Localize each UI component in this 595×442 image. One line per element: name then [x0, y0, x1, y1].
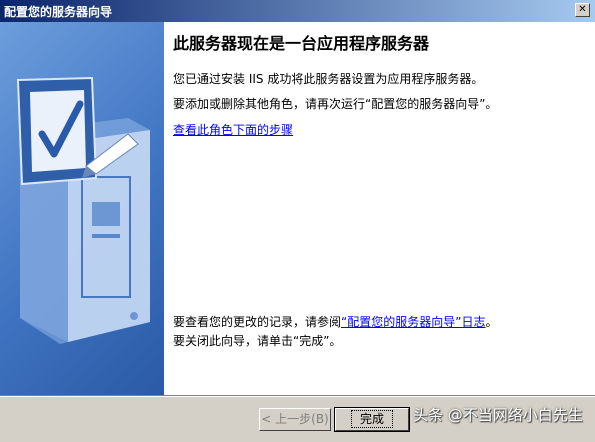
wizard-log-link[interactable]: “配置您的服务器向导”日志 [341, 315, 485, 329]
wizard-content: 此服务器现在是一台应用程序服务器 您已通过安装 IIS 成功将此服务器设置为应用… [164, 22, 595, 395]
log-suffix-text: 。 [485, 315, 498, 329]
close-hint: 要关闭此向导，请单击“完成”。 [173, 334, 342, 348]
log-row: 要查看您的更改的记录，请参阅“配置您的服务器向导”日志。 [173, 313, 497, 330]
rerun-message: 要添加或删除其他角色，请再次运行“配置您的服务器向导”。 [173, 97, 498, 111]
success-message: 您已通过安装 IIS 成功将此服务器设置为应用程序服务器。 [173, 72, 484, 86]
back-button[interactable]: < 上一步(B) [259, 408, 331, 431]
close-button[interactable]: ✕ [575, 3, 590, 17]
window-title: 配置您的服务器向导 [4, 5, 113, 19]
wizard-sidebar-illustration [0, 22, 164, 395]
title-bar[interactable]: 配置您的服务器向导 ✕ [0, 0, 595, 22]
finish-button[interactable]: 完成 [334, 407, 410, 432]
finish-button-label: 完成 [350, 410, 393, 428]
page-title: 此服务器现在是一台应用程序服务器 [173, 34, 430, 53]
wizard-window: 配置您的服务器向导 ✕ 此服务器现在是一台应用程序服务器 您已通过安装 IIS … [0, 0, 595, 442]
separator-highlight [0, 396, 595, 397]
close-icon: ✕ [578, 4, 587, 15]
watermark-text: 头条 @不当网络小白先生 [413, 406, 583, 424]
steps-link-row: 查看此角色下面的步骤 [173, 121, 293, 138]
view-steps-link[interactable]: 查看此角色下面的步骤 [173, 123, 293, 137]
checkmark-clipboard-server-illustration [16, 76, 150, 344]
log-prefix-text: 要查看您的更改的记录，请参阅 [173, 315, 342, 329]
